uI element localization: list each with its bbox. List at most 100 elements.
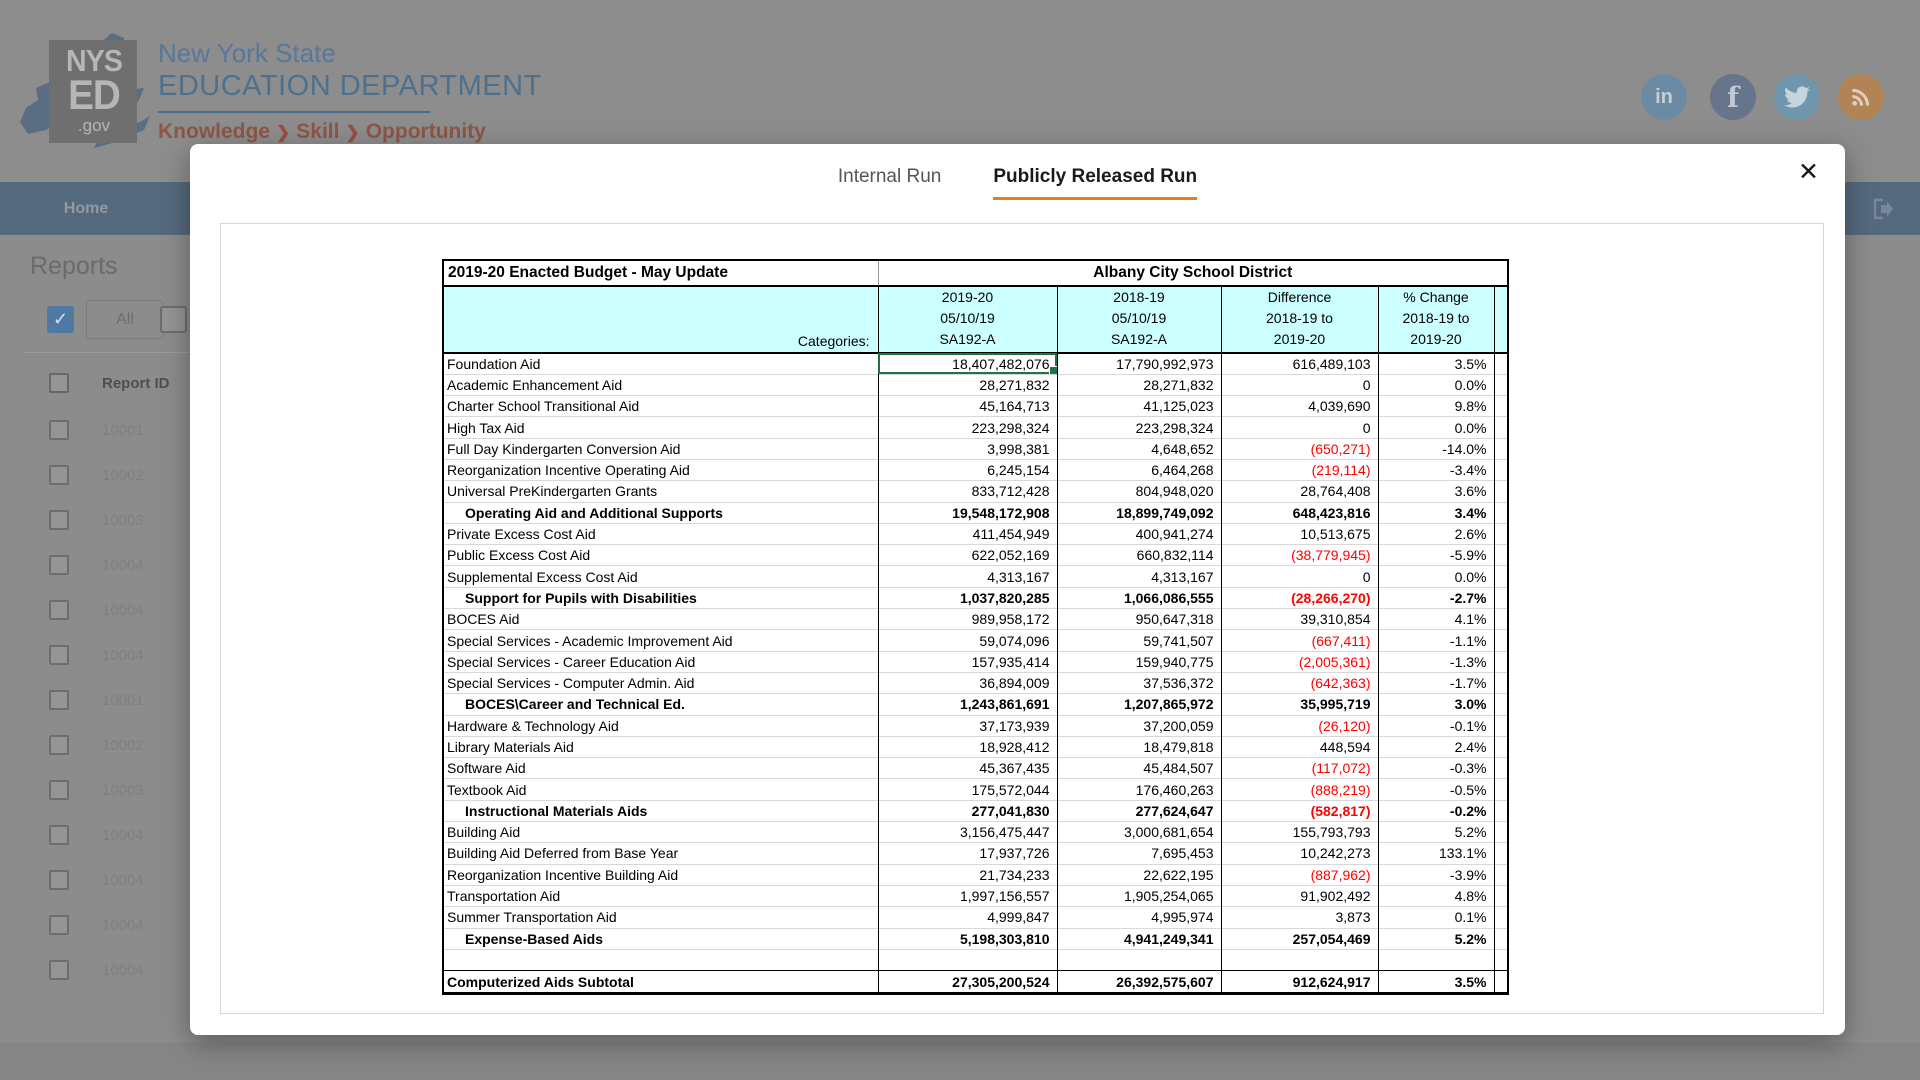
- amount-2019-20-cell[interactable]: 3,998,381: [878, 438, 1057, 459]
- difference-cell[interactable]: (219,114): [1221, 459, 1378, 480]
- category-cell[interactable]: Textbook Aid: [443, 779, 878, 800]
- spacer-cell[interactable]: [1494, 672, 1508, 693]
- pct-change-cell[interactable]: -5.9%: [1378, 545, 1494, 566]
- pct-change-cell[interactable]: 9.8%: [1378, 396, 1494, 417]
- category-cell[interactable]: Special Services - Computer Admin. Aid: [443, 672, 878, 693]
- spacer-cell[interactable]: [1494, 417, 1508, 438]
- amount-2019-20-cell[interactable]: 833,712,428: [878, 481, 1057, 502]
- amount-2019-20-cell[interactable]: 1,243,861,691: [878, 694, 1057, 715]
- difference-cell[interactable]: 10,513,675: [1221, 523, 1378, 544]
- difference-cell[interactable]: 616,489,103: [1221, 353, 1378, 374]
- difference-cell[interactable]: (38,779,945): [1221, 545, 1378, 566]
- report-row-checkbox[interactable]: [49, 870, 69, 890]
- difference-cell[interactable]: (582,817): [1221, 800, 1378, 821]
- facebook-icon[interactable]: f: [1710, 74, 1756, 120]
- all-filter-button[interactable]: All: [86, 300, 164, 339]
- category-cell[interactable]: Academic Enhancement Aid: [443, 374, 878, 395]
- amount-2019-20-cell[interactable]: 36,894,009: [878, 672, 1057, 693]
- amount-2018-19-cell[interactable]: 37,536,372: [1057, 672, 1221, 693]
- difference-cell[interactable]: 35,995,719: [1221, 694, 1378, 715]
- amount-2019-20-cell[interactable]: 175,572,044: [878, 779, 1057, 800]
- category-cell[interactable]: Operating Aid and Additional Supports: [443, 502, 878, 523]
- spacer-cell[interactable]: [1494, 822, 1508, 843]
- category-cell[interactable]: High Tax Aid: [443, 417, 878, 438]
- amount-2019-20-cell[interactable]: 5,198,303,810: [878, 928, 1057, 949]
- difference-cell[interactable]: 648,423,816: [1221, 502, 1378, 523]
- category-cell[interactable]: Universal PreKindergarten Grants: [443, 481, 878, 502]
- amount-2018-19-cell[interactable]: [1057, 949, 1221, 970]
- amount-2018-19-cell[interactable]: 28,271,832: [1057, 374, 1221, 395]
- category-cell[interactable]: Public Excess Cost Aid: [443, 545, 878, 566]
- pct-change-cell[interactable]: -1.3%: [1378, 651, 1494, 672]
- report-row-checkbox[interactable]: [49, 420, 69, 440]
- amount-2018-19-cell[interactable]: 950,647,318: [1057, 609, 1221, 630]
- secondary-checkbox[interactable]: [160, 306, 187, 333]
- pct-change-cell[interactable]: -1.1%: [1378, 630, 1494, 651]
- spacer-cell[interactable]: [1494, 353, 1508, 374]
- amount-2018-19-cell[interactable]: 3,000,681,654: [1057, 822, 1221, 843]
- pct-change-cell[interactable]: 3.0%: [1378, 694, 1494, 715]
- difference-cell[interactable]: 912,624,917: [1221, 971, 1378, 994]
- amount-2018-19-cell[interactable]: 223,298,324: [1057, 417, 1221, 438]
- spacer-cell[interactable]: [1494, 396, 1508, 417]
- spacer-cell[interactable]: [1494, 928, 1508, 949]
- difference-cell[interactable]: (888,219): [1221, 779, 1378, 800]
- twitter-icon[interactable]: [1774, 74, 1820, 120]
- difference-cell[interactable]: 0: [1221, 374, 1378, 395]
- rss-icon[interactable]: [1838, 74, 1884, 120]
- spacer-cell[interactable]: [1494, 438, 1508, 459]
- category-cell[interactable]: Expense-Based Aids: [443, 928, 878, 949]
- pct-change-cell[interactable]: 133.1%: [1378, 843, 1494, 864]
- pct-change-cell[interactable]: -2.7%: [1378, 587, 1494, 608]
- difference-cell[interactable]: 0: [1221, 566, 1378, 587]
- amount-2019-20-cell[interactable]: 4,999,847: [878, 907, 1057, 928]
- spacer-cell[interactable]: [1494, 523, 1508, 544]
- pct-change-cell[interactable]: 0.0%: [1378, 566, 1494, 587]
- spacer-cell[interactable]: [1494, 609, 1508, 630]
- pct-change-cell[interactable]: 3.4%: [1378, 502, 1494, 523]
- difference-cell[interactable]: 448,594: [1221, 736, 1378, 757]
- tab-publicly-released-run[interactable]: Publicly Released Run: [993, 166, 1197, 200]
- difference-cell[interactable]: (887,962): [1221, 864, 1378, 885]
- category-cell[interactable]: [443, 949, 878, 970]
- pct-change-cell[interactable]: 5.2%: [1378, 928, 1494, 949]
- difference-cell[interactable]: (28,266,270): [1221, 587, 1378, 608]
- pct-change-cell[interactable]: 0.1%: [1378, 907, 1494, 928]
- amount-2019-20-cell[interactable]: [878, 949, 1057, 970]
- category-cell[interactable]: Building Aid Deferred from Base Year: [443, 843, 878, 864]
- select-all-checkbox[interactable]: ✓: [47, 306, 74, 333]
- pct-change-cell[interactable]: -0.1%: [1378, 715, 1494, 736]
- pct-change-cell[interactable]: 3.5%: [1378, 353, 1494, 374]
- report-row-checkbox[interactable]: [49, 510, 69, 530]
- spacer-cell[interactable]: [1494, 758, 1508, 779]
- amount-2019-20-cell[interactable]: 21,734,233: [878, 864, 1057, 885]
- pct-change-cell[interactable]: [1378, 949, 1494, 970]
- amount-2018-19-cell[interactable]: 41,125,023: [1057, 396, 1221, 417]
- amount-2019-20-cell[interactable]: 6,245,154: [878, 459, 1057, 480]
- category-cell[interactable]: Building Aid: [443, 822, 878, 843]
- spacer-cell[interactable]: [1494, 502, 1508, 523]
- pct-change-cell[interactable]: -3.4%: [1378, 459, 1494, 480]
- difference-cell[interactable]: 91,902,492: [1221, 885, 1378, 906]
- category-cell[interactable]: Transportation Aid: [443, 885, 878, 906]
- pct-change-cell[interactable]: 2.6%: [1378, 523, 1494, 544]
- spacer-cell[interactable]: [1494, 885, 1508, 906]
- amount-2019-20-cell[interactable]: 59,074,096: [878, 630, 1057, 651]
- pct-change-cell[interactable]: 0.0%: [1378, 374, 1494, 395]
- report-row-checkbox[interactable]: [49, 825, 69, 845]
- amount-2019-20-cell[interactable]: 18,407,482,076: [878, 353, 1057, 374]
- amount-2019-20-cell[interactable]: 45,367,435: [878, 758, 1057, 779]
- spacer-cell[interactable]: [1494, 907, 1508, 928]
- difference-cell[interactable]: (642,363): [1221, 672, 1378, 693]
- spacer-cell[interactable]: [1494, 736, 1508, 757]
- pct-change-cell[interactable]: 4.1%: [1378, 609, 1494, 630]
- category-cell[interactable]: Library Materials Aid: [443, 736, 878, 757]
- amount-2018-19-cell[interactable]: 4,995,974: [1057, 907, 1221, 928]
- close-icon[interactable]: ✕: [1798, 160, 1819, 185]
- difference-cell[interactable]: (650,271): [1221, 438, 1378, 459]
- amount-2019-20-cell[interactable]: 28,271,832: [878, 374, 1057, 395]
- category-cell[interactable]: Support for Pupils with Disabilities: [443, 587, 878, 608]
- report-row-checkbox[interactable]: [49, 600, 69, 620]
- report-id-header-checkbox[interactable]: [49, 373, 69, 393]
- spacer-cell[interactable]: [1494, 843, 1508, 864]
